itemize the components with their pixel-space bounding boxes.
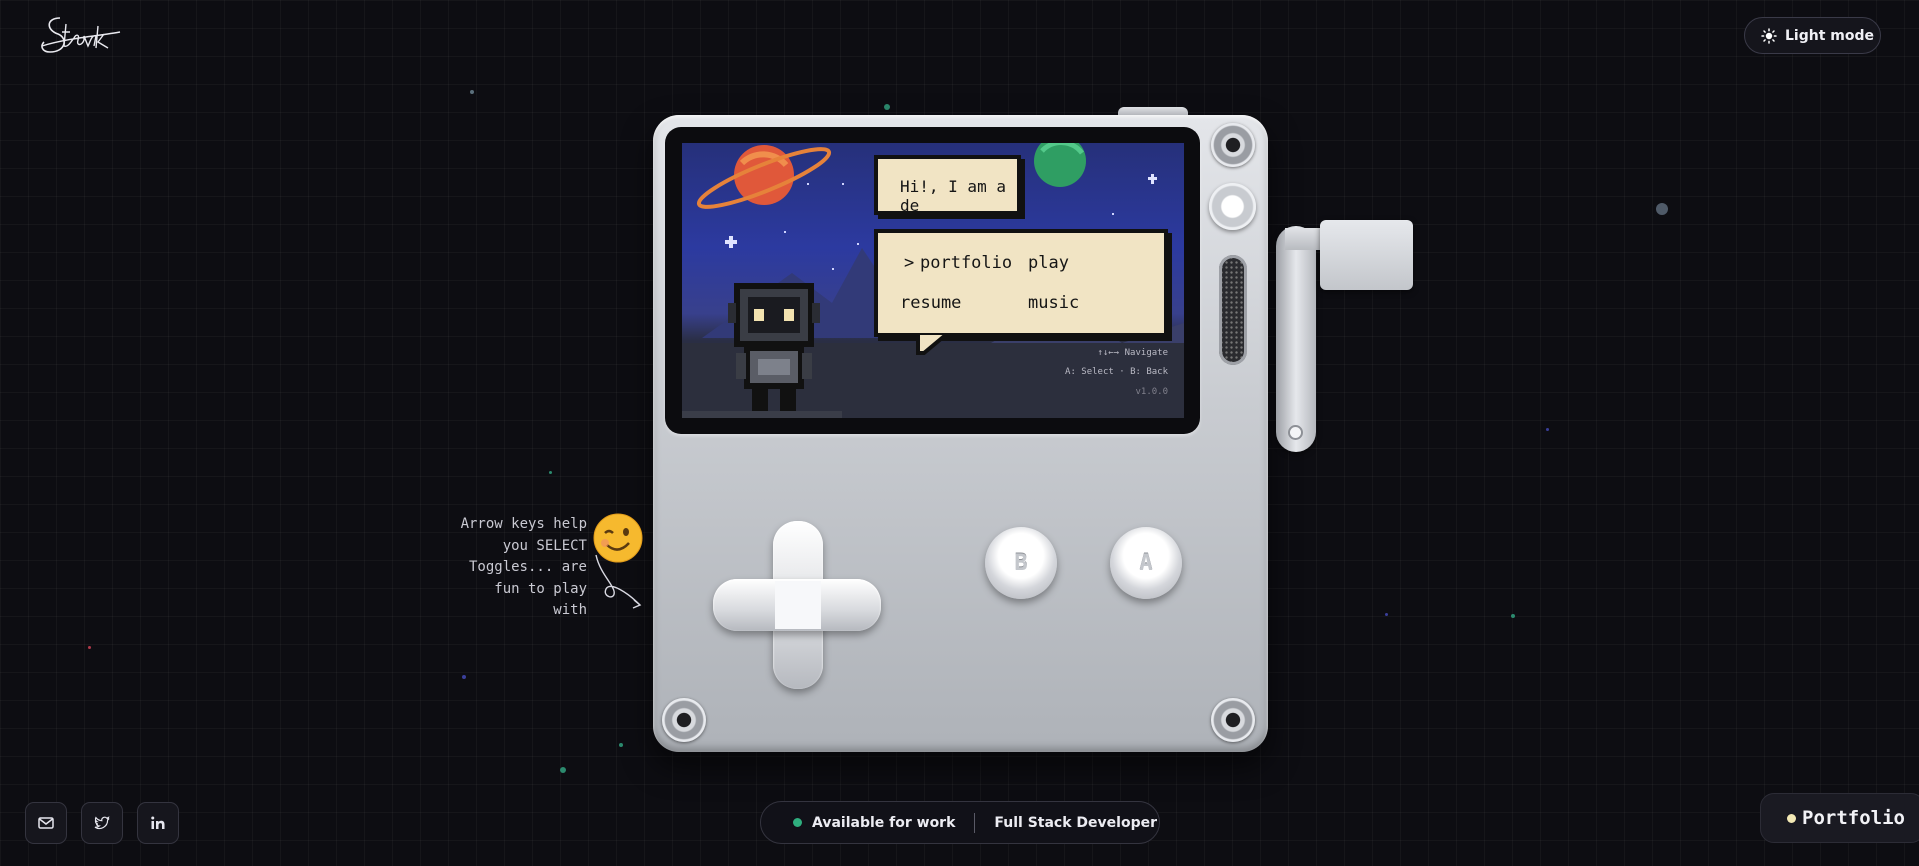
- background-star: [549, 471, 552, 474]
- crank-pivot: [1290, 427, 1301, 438]
- screw-bottom-left: [662, 698, 706, 742]
- portfolio-label: Portfolio: [1802, 807, 1905, 829]
- twitter-button[interactable]: [81, 802, 123, 844]
- portfolio-dot: [1787, 813, 1796, 823]
- a-button[interactable]: A: [1110, 527, 1182, 599]
- sun-icon: [1761, 27, 1777, 44]
- menu-pointer: >: [904, 253, 915, 273]
- role-text: Full Stack Developer: [994, 814, 1157, 831]
- twitter-icon: [94, 816, 110, 830]
- arrow-doodle-icon: [595, 554, 642, 609]
- greeting-text: Hi!, I am a de: [900, 177, 1006, 215]
- background-star: [884, 104, 890, 110]
- background-star: [560, 767, 566, 773]
- hint-line: fun to play with: [494, 580, 587, 619]
- version-label: v1.0.0: [1135, 387, 1168, 397]
- hint-line: Arrow keys help: [460, 516, 587, 532]
- available-text: Available for work: [812, 814, 956, 831]
- crank-link: [1285, 228, 1325, 250]
- greeting-bubble: Hi!, I am a de: [874, 155, 1021, 215]
- menu-bubble: > portfolio play resume music: [874, 229, 1168, 337]
- portfolio-button[interactable]: Portfolio: [1760, 793, 1919, 843]
- game-screen: Hi!, I am a de > portfolio play resume m…: [682, 143, 1184, 418]
- select-back-hint: A: Select · B: Back: [1065, 367, 1168, 377]
- menu-item-music[interactable]: music: [1028, 293, 1079, 313]
- menu-item-play[interactable]: play: [1028, 253, 1069, 273]
- hint-line: Toggles... are: [468, 559, 587, 575]
- background-star: [88, 646, 91, 649]
- linkedin-button[interactable]: [137, 802, 179, 844]
- menu-button[interactable]: [1209, 183, 1256, 230]
- bubble-tail: [916, 333, 952, 355]
- linkedin-icon: [151, 816, 165, 829]
- background-star: [1385, 613, 1388, 616]
- d-pad[interactable]: [713, 521, 881, 689]
- menu-item-portfolio[interactable]: portfolio: [920, 253, 1012, 273]
- d-pad-center: [775, 581, 821, 629]
- background-star: [462, 675, 466, 679]
- background-star: [1656, 203, 1668, 215]
- b-button-label: B: [1014, 550, 1028, 576]
- status-divider: [974, 812, 976, 833]
- arrow-keys-hint: Arrow keys help you SELECT Toggles... ar…: [460, 514, 587, 622]
- background-star: [1511, 614, 1515, 618]
- screw-top-right: [1211, 123, 1255, 167]
- crank-handle[interactable]: [1320, 220, 1413, 290]
- screw-bottom-right: [1211, 698, 1255, 742]
- hint-line: you SELECT: [502, 537, 587, 554]
- mail-button[interactable]: [25, 802, 67, 844]
- mail-icon: [38, 817, 54, 829]
- light-mode-toggle[interactable]: Light mode: [1744, 17, 1881, 54]
- light-mode-label: Light mode: [1785, 27, 1874, 44]
- background-star: [470, 90, 474, 94]
- crank-arm[interactable]: [1276, 226, 1316, 452]
- signature-logo[interactable]: [38, 12, 122, 60]
- menu-item-resume[interactable]: resume: [900, 293, 961, 313]
- speaker-grille: [1219, 255, 1247, 365]
- availability-status: Available for work Full Stack Developer: [760, 801, 1160, 844]
- navigate-hint: ↑↓←→ Navigate: [1097, 348, 1168, 358]
- background-star: [619, 743, 623, 747]
- a-button-label: A: [1139, 550, 1153, 576]
- b-button[interactable]: B: [985, 527, 1057, 599]
- status-dot: [793, 818, 802, 827]
- background-star: [1546, 428, 1549, 431]
